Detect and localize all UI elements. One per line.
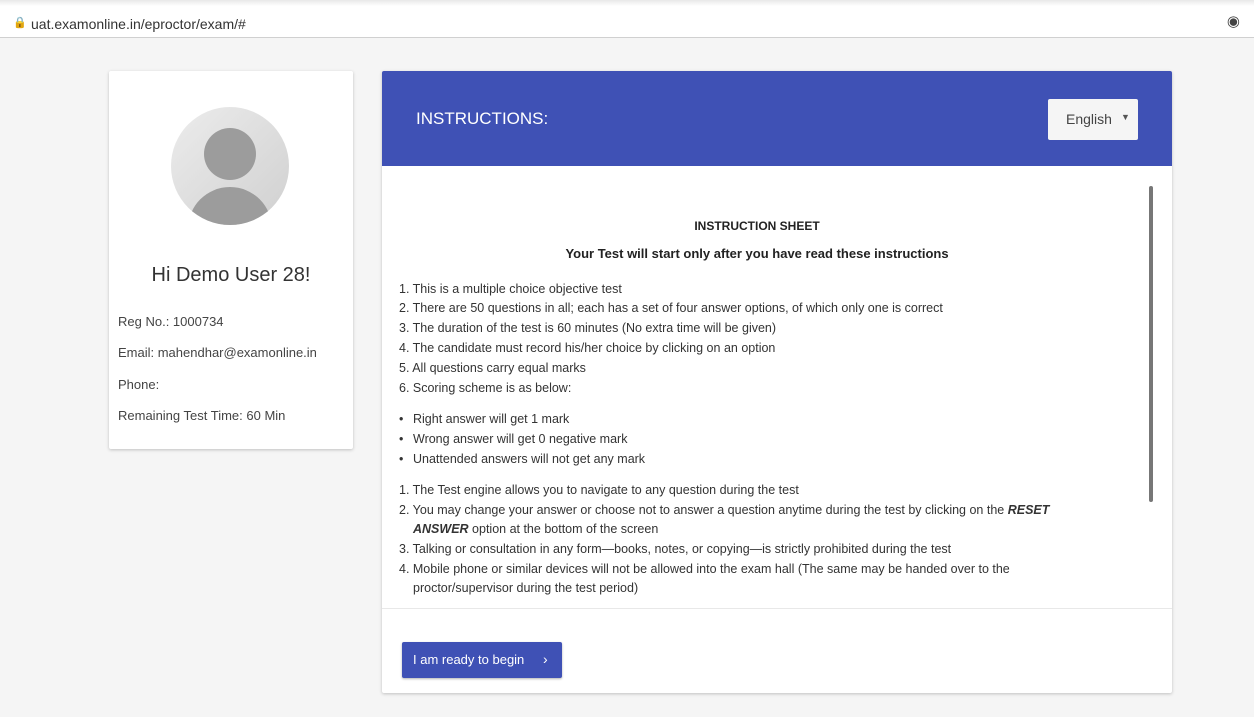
instructions-title: INSTRUCTIONS: [416,109,549,128]
bullet-item: • Wrong answer will get 0 negative mark [399,432,628,446]
url-text[interactable]: uat.examonline.in/eproctor/exam/# [31,16,246,32]
avatar [171,107,289,225]
begin-button[interactable]: I am ready to begin › [402,642,562,678]
list-item: 1. The Test engine allows you to navigat… [399,483,799,497]
language-value: English [1066,111,1112,127]
language-select[interactable]: English ▼ [1048,99,1138,140]
list-text: option at the bottom of the screen [468,522,659,536]
instructions-footer: I am ready to begin › [382,608,1172,693]
list-item: 4. The candidate must record his/her cho… [399,341,776,355]
list-item: 1. This is a multiple choice objective t… [399,282,622,296]
list-item: 3. The duration of the test is 60 minute… [399,321,777,335]
instructions-content[interactable]: INSTRUCTION SHEET Your Test will start o… [382,166,1172,608]
phone: Phone: [118,377,160,392]
list-item: 4. Mobile phone or similar devices will … [399,562,1010,576]
tab-strip-edge [0,0,1254,6]
list-item: 5. All questions carry equal marks [399,361,586,375]
bullet-text: Wrong answer will get 0 negative mark [413,432,628,446]
bullet-item: • Right answer will get 1 mark [399,412,570,426]
profile-card: Hi Demo User 28! Reg No.: 1000734 Email:… [109,71,353,449]
bullet-text: Right answer will get 1 mark [413,412,570,426]
begin-label: I am ready to begin [413,652,525,667]
lock-icon: 🔒 [13,17,27,29]
list-item: 6. Scoring scheme is as below: [399,381,572,395]
answer-word: ANSWER [413,522,469,536]
browser-address-bar[interactable]: 🔒 uat.examonline.in/eproctor/exam/# ◉ [0,0,1254,38]
sheet-subtitle: Your Test will start only after you have… [565,246,949,261]
caret-down-icon: ▼ [1121,112,1130,122]
reg-no: Reg No.: 1000734 [118,314,224,329]
location-icon[interactable]: ◉ [1227,13,1240,31]
list-text: 2. You may change your answer or choose … [399,503,1008,517]
bullet-item: • Unattended answers will not get any mar… [399,452,646,466]
list-item: 3. Talking or consultation in any form—b… [399,542,952,556]
list-item-continued: proctor/supervisor during the test perio… [413,581,639,595]
avatar-body [188,187,272,225]
bullet-text: Unattended answers will not get any mark [413,452,646,466]
chevron-right-icon: › [543,651,548,667]
scrollbar-thumb[interactable] [1149,186,1153,502]
sheet-title: INSTRUCTION SHEET [694,219,820,233]
instructions-header: INSTRUCTIONS: English ▼ [382,71,1172,166]
avatar-head [204,128,256,180]
list-item: 2. There are 50 questions in all; each h… [399,301,943,315]
remaining-time: Remaining Test Time: 60 Min [118,408,286,423]
greeting: Hi Demo User 28! [151,264,311,286]
email: Email: mahendhar@examonline.in [118,345,317,360]
list-item: 2. You may change your answer or choose … [399,502,1049,518]
list-item-continued: ANSWER option at the bottom of the scree… [399,521,658,537]
instructions-card: INSTRUCTIONS: English ▼ INSTRUCTION SHEE… [382,71,1172,693]
reset-word: RESET [1007,503,1050,517]
